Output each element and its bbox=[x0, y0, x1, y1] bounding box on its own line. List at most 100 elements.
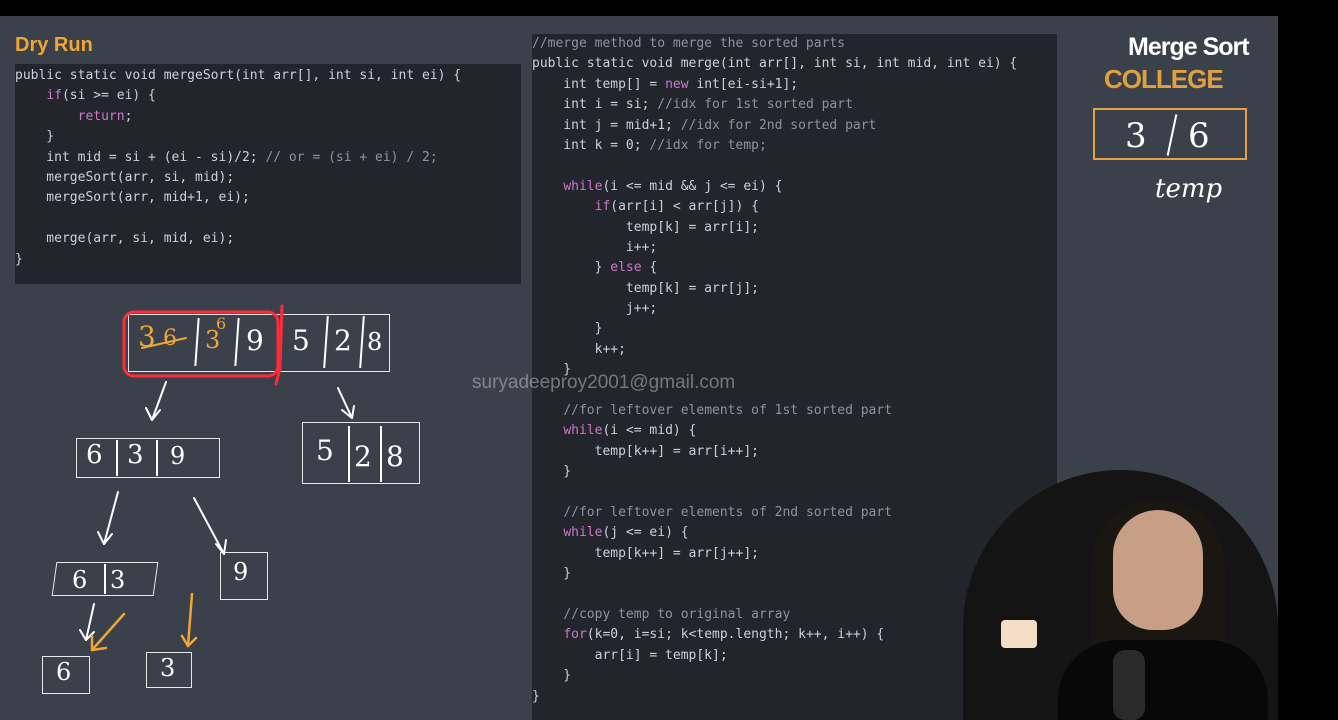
temp-cell: 6 bbox=[1188, 116, 1210, 156]
brand-logo-text: COLLEGE bbox=[1104, 64, 1224, 94]
code-token: new bbox=[665, 76, 689, 92]
code-token: (k=0, i=si; k<temp.length; k++, i++) { bbox=[586, 627, 885, 643]
code-line: while(j <= ei) { bbox=[532, 523, 1057, 543]
code-line: temp[k] = arr[i]; bbox=[532, 218, 1057, 238]
level2-cell: 3 bbox=[110, 566, 126, 594]
code-token: i++; bbox=[532, 239, 658, 255]
merge-sort-code-block: public static void mergeSort(int arr[], … bbox=[15, 64, 521, 284]
code-token: (si >= ei) { bbox=[61, 88, 156, 104]
code-token: int temp[] = bbox=[532, 76, 666, 92]
code-token: temp[k++] = arr[i++]; bbox=[532, 443, 759, 459]
temp-label: temp bbox=[1155, 174, 1223, 204]
code-line: int j = mid+1; //idx for 2nd sorted part bbox=[532, 116, 1057, 136]
code-line: int mid = si + (ei - si)/2; // or = (si … bbox=[15, 148, 521, 168]
presenter-body bbox=[1058, 640, 1268, 720]
code-token: temp[k] = arr[i]; bbox=[532, 219, 759, 235]
microphone bbox=[1113, 650, 1145, 720]
level2-cell: 6 bbox=[72, 566, 88, 594]
code-token: //idx for 1st sorted part bbox=[657, 97, 853, 113]
code-token: while bbox=[563, 178, 603, 194]
arrow bbox=[103, 491, 119, 545]
temp-divider bbox=[1166, 114, 1178, 156]
code-token: public static void mergeSort(int arr[], … bbox=[15, 68, 462, 83]
level2-cell: 9 bbox=[233, 558, 249, 586]
array-divider bbox=[156, 440, 158, 476]
code-token: } bbox=[532, 321, 603, 337]
level1-cell: 8 bbox=[386, 440, 404, 473]
code-token: temp[k] = arr[j]; bbox=[532, 280, 759, 296]
orange-arrow bbox=[90, 634, 108, 652]
code-token: // or = (si + ei) / 2; bbox=[265, 149, 438, 165]
code-token: int j = mid+1; bbox=[532, 117, 681, 133]
code-line: k++; bbox=[532, 340, 1057, 360]
arrow bbox=[151, 381, 167, 421]
array-divider bbox=[348, 426, 350, 482]
orange-arrow bbox=[180, 634, 198, 648]
dry-run-title: Dry Run bbox=[15, 34, 93, 56]
code-token: } bbox=[532, 260, 611, 276]
arrow bbox=[145, 407, 161, 421]
code-line: temp[k] = arr[j]; bbox=[532, 279, 1057, 299]
arrow bbox=[341, 405, 355, 419]
code-line: //for leftover elements of 2nd sorted pa… bbox=[532, 503, 1057, 523]
code-line: //for leftover elements of 1st sorted pa… bbox=[532, 401, 1057, 421]
code-line: } bbox=[532, 462, 1057, 482]
code-line: mergeSort(arr, mid+1, ei); bbox=[15, 188, 521, 208]
code-token: { bbox=[641, 260, 658, 276]
code-token: return bbox=[77, 108, 125, 124]
brand-logo: COLLEGE bbox=[1104, 56, 1224, 96]
level1-cell: 2 bbox=[354, 440, 372, 473]
root-cell: 6 bbox=[216, 314, 227, 333]
orange-arrow bbox=[186, 592, 194, 648]
code-token: //idx for 2nd sorted part bbox=[680, 117, 877, 133]
array-divider bbox=[104, 564, 106, 594]
code-token: } bbox=[15, 251, 23, 267]
code-line: } bbox=[15, 250, 521, 270]
root-cell: 5 bbox=[292, 324, 310, 357]
code-line: int temp[] = new int[ei-si+1]; bbox=[532, 75, 1057, 95]
level1-cell: 6 bbox=[86, 440, 103, 470]
code-token: mergeSort(arr, si, mid); bbox=[15, 169, 235, 185]
code-line: int k = 0; //idx for temp; bbox=[532, 136, 1057, 156]
code-line: mergeSort(arr, si, mid); bbox=[15, 168, 521, 188]
code-line: int i = si; //idx for 1st sorted part bbox=[532, 95, 1057, 115]
arrow bbox=[337, 387, 353, 419]
level1-cell: 3 bbox=[127, 440, 144, 470]
temp-cell: 3 bbox=[1125, 116, 1147, 156]
code-token: public static void merge(int arr[], int … bbox=[532, 56, 1018, 72]
root-cell: 9 bbox=[246, 324, 264, 357]
code-token: //idx for temp; bbox=[649, 137, 767, 153]
code-token: (arr[i] < arr[j]) { bbox=[610, 199, 759, 215]
code-line: public static void mergeSort(int arr[], … bbox=[15, 66, 521, 86]
root-cell: 3 bbox=[138, 320, 156, 353]
code-token: //for leftover elements of 2nd sorted pa… bbox=[563, 504, 893, 520]
code-token: } bbox=[532, 566, 572, 582]
code-token: } bbox=[532, 668, 572, 684]
code-line: i++; bbox=[532, 238, 1057, 258]
watermark: suryadeeproy2001@gmail.com bbox=[472, 372, 736, 393]
root-cell: 8 bbox=[367, 328, 383, 356]
code-line: while(i <= mid && j <= ei) { bbox=[532, 177, 1057, 197]
code-token: temp[k++] = arr[j++]; bbox=[532, 545, 759, 561]
code-token: //merge method to merge the sorted parts bbox=[532, 36, 846, 51]
code-token: int mid = si + (ei - si)/2; bbox=[15, 149, 266, 165]
code-token: (i <= mid) { bbox=[602, 423, 697, 439]
arrow bbox=[193, 497, 225, 555]
code-line: merge(arr, si, mid, ei); bbox=[15, 229, 521, 249]
array-divider bbox=[380, 426, 382, 482]
arrow bbox=[85, 603, 95, 641]
leaf-cell: 3 bbox=[160, 654, 176, 682]
code-token: for bbox=[563, 627, 587, 643]
code-token: int i = si; bbox=[532, 97, 658, 113]
level1-cell: 5 bbox=[316, 434, 334, 467]
code-line: if(arr[i] < arr[j]) { bbox=[532, 197, 1057, 217]
code-line: return; bbox=[15, 107, 521, 127]
code-token: if bbox=[594, 199, 611, 215]
